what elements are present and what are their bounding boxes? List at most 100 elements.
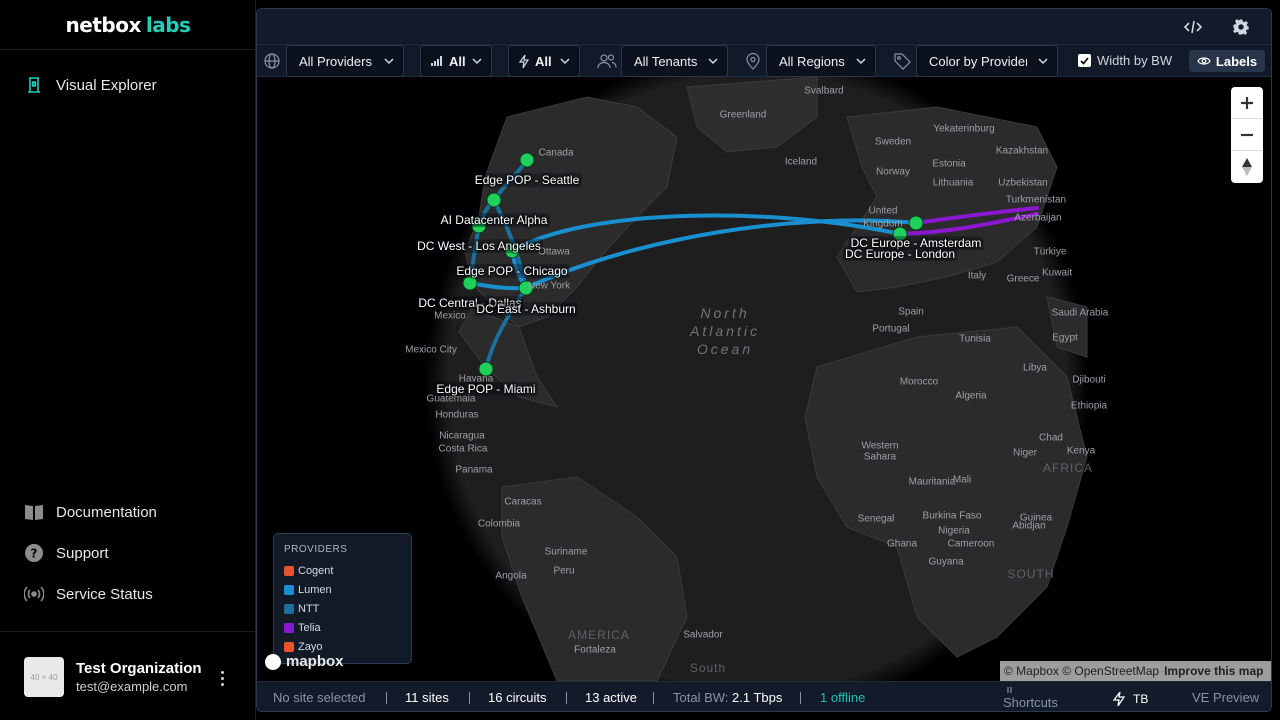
sidebar-item-service-status[interactable]: Service Status <box>24 582 153 606</box>
legend-swatch <box>284 641 294 652</box>
chevron-down-icon <box>560 58 570 65</box>
geo-label: Caracas <box>504 496 542 508</box>
geo-label: Mexico City <box>405 344 457 356</box>
top-toolbar <box>257 9 1271 45</box>
power-select[interactable]: All <box>508 45 580 77</box>
tb-label: TB <box>1133 692 1149 706</box>
geo-label: Morocco <box>899 376 939 388</box>
provider-select[interactable]: All Providers <box>286 45 404 77</box>
site-label[interactable]: AI Datacenter Alpha <box>438 213 550 227</box>
reset-north-button[interactable] <box>1231 151 1263 183</box>
geo-label: Kingdom <box>863 218 903 230</box>
legend-item[interactable]: NTT <box>284 599 401 618</box>
color-by-select-value: Color by Provider <box>929 53 1027 69</box>
mapbox-logo[interactable]: mapbox <box>265 653 344 670</box>
legend-item-label: Cogent <box>298 564 334 577</box>
geo-label: Panama <box>455 464 493 476</box>
site-label[interactable]: Edge POP - Miami <box>434 382 538 396</box>
sidebar-item-label: Support <box>56 544 109 562</box>
width-by-bw-checkbox[interactable]: Width by BW <box>1078 53 1172 68</box>
site-label[interactable]: DC East - Ashburn <box>474 302 578 316</box>
geo-label: Tunisia <box>959 333 991 345</box>
total-bandwidth: Total BW: 2.1 Tbps <box>673 690 782 705</box>
legend-item-label: Zayo <box>298 640 323 653</box>
org-switcher[interactable]: 40 × 40 Test Organization test@example.c… <box>0 631 256 720</box>
site-marker[interactable] <box>462 275 478 291</box>
divider <box>800 692 801 704</box>
zoom-controls <box>1231 87 1263 183</box>
geo-label: Norway <box>876 166 910 178</box>
region-select[interactable]: All Regions <box>766 45 876 77</box>
tenant-select[interactable]: All Tenants <box>621 45 728 77</box>
keyboard-icon <box>1007 687 1012 693</box>
legend-swatch <box>284 584 294 595</box>
legend-item[interactable]: Lumen <box>284 580 401 599</box>
tb-unit-toggle[interactable]: TB <box>1113 690 1148 708</box>
broadcast-icon <box>24 584 44 604</box>
geo-label: SOUTH <box>1007 567 1055 581</box>
gear-icon[interactable] <box>1231 17 1251 37</box>
divider <box>653 692 654 704</box>
more-vertical-icon[interactable] <box>214 668 230 688</box>
site-label[interactable]: Edge POP - Seattle <box>472 173 582 187</box>
geo-label: Chad <box>1039 432 1063 444</box>
ocean-label-line-2: Atlantic <box>690 323 760 339</box>
mapbox-logo-mark <box>265 653 281 670</box>
legend-item-label: NTT <box>298 602 320 615</box>
geo-label: Greenland <box>719 109 767 121</box>
legend-swatch <box>284 603 294 614</box>
site-marker[interactable] <box>486 192 502 208</box>
total-bw-label: Total BW: <box>673 690 729 705</box>
sidebar-item-documentation[interactable]: Documentation <box>24 500 157 524</box>
users-icon <box>597 52 617 70</box>
geo-label: Mali <box>952 474 972 486</box>
chevron-down-icon <box>708 58 718 65</box>
shortcuts-button[interactable]: Shortcuts <box>1003 686 1063 711</box>
geo-label: Mexico <box>434 310 466 322</box>
tenant-select-value: All Tenants <box>634 53 698 69</box>
geo-label: Iceland <box>784 156 818 168</box>
geo-label: Nicaragua <box>439 430 485 442</box>
signal-select[interactable]: All <box>420 45 492 77</box>
geo-label: Kuwait <box>1041 267 1073 279</box>
offline-count[interactable]: 1 offline <box>820 690 865 705</box>
compass-icon <box>1242 158 1252 176</box>
geo-label: Greece <box>1006 273 1040 285</box>
sidebar-item-label: Service Status <box>56 585 153 603</box>
sidebar: netbox labs Visual Explorer Documentation… <box>0 0 256 720</box>
sidebar-item-visual-explorer[interactable]: Visual Explorer <box>24 73 157 97</box>
site-marker[interactable] <box>519 152 535 168</box>
brand-logo[interactable]: netbox labs <box>0 0 256 50</box>
site-label[interactable]: DC West - Los Angeles <box>415 239 543 253</box>
legend-item-label: Telia <box>298 621 321 634</box>
labels-toggle-button[interactable]: Labels <box>1189 50 1265 72</box>
legend-item[interactable]: Telia <box>284 618 401 637</box>
shortcuts-label: Shortcuts <box>1003 695 1058 710</box>
globe-icon <box>263 52 281 70</box>
legend-title: PROVIDERS <box>284 544 348 555</box>
code-icon[interactable] <box>1183 17 1203 37</box>
eye-icon <box>1197 57 1211 65</box>
site-marker[interactable] <box>908 215 924 231</box>
geo-label: New York <box>527 280 571 292</box>
color-by-select[interactable]: Color by Provider <box>916 45 1058 77</box>
geo-label: Abidjan <box>1012 520 1046 532</box>
geo-label: Canada <box>538 147 574 159</box>
geo-label: Fortaleza <box>574 644 616 656</box>
filter-bar: All Providers All All All Tenants All Re… <box>257 45 1271 77</box>
sidebar-item-support[interactable]: ? Support <box>24 541 109 565</box>
site-count: 11 sites <box>405 690 449 705</box>
map-canvas[interactable]: Svalbard Greenland Canada Iceland Yekaterinb… <box>257 77 1271 681</box>
brand-logo-part2: labs <box>145 12 191 37</box>
improve-map-link[interactable]: Improve this map <box>1164 664 1263 678</box>
geo-label: Türkiye <box>1033 246 1067 258</box>
zoom-out-button[interactable] <box>1231 119 1263 151</box>
checkmark-icon <box>1078 54 1091 67</box>
site-label[interactable]: Edge POP - Chicago <box>454 264 570 278</box>
chevron-down-icon <box>856 58 866 65</box>
geo-label: Kenya <box>1066 445 1096 457</box>
zoom-in-button[interactable] <box>1231 87 1263 119</box>
legend-item-label: Lumen <box>298 583 332 596</box>
site-label[interactable]: DC Europe - London <box>842 247 958 261</box>
legend-item[interactable]: Cogent <box>284 561 401 580</box>
